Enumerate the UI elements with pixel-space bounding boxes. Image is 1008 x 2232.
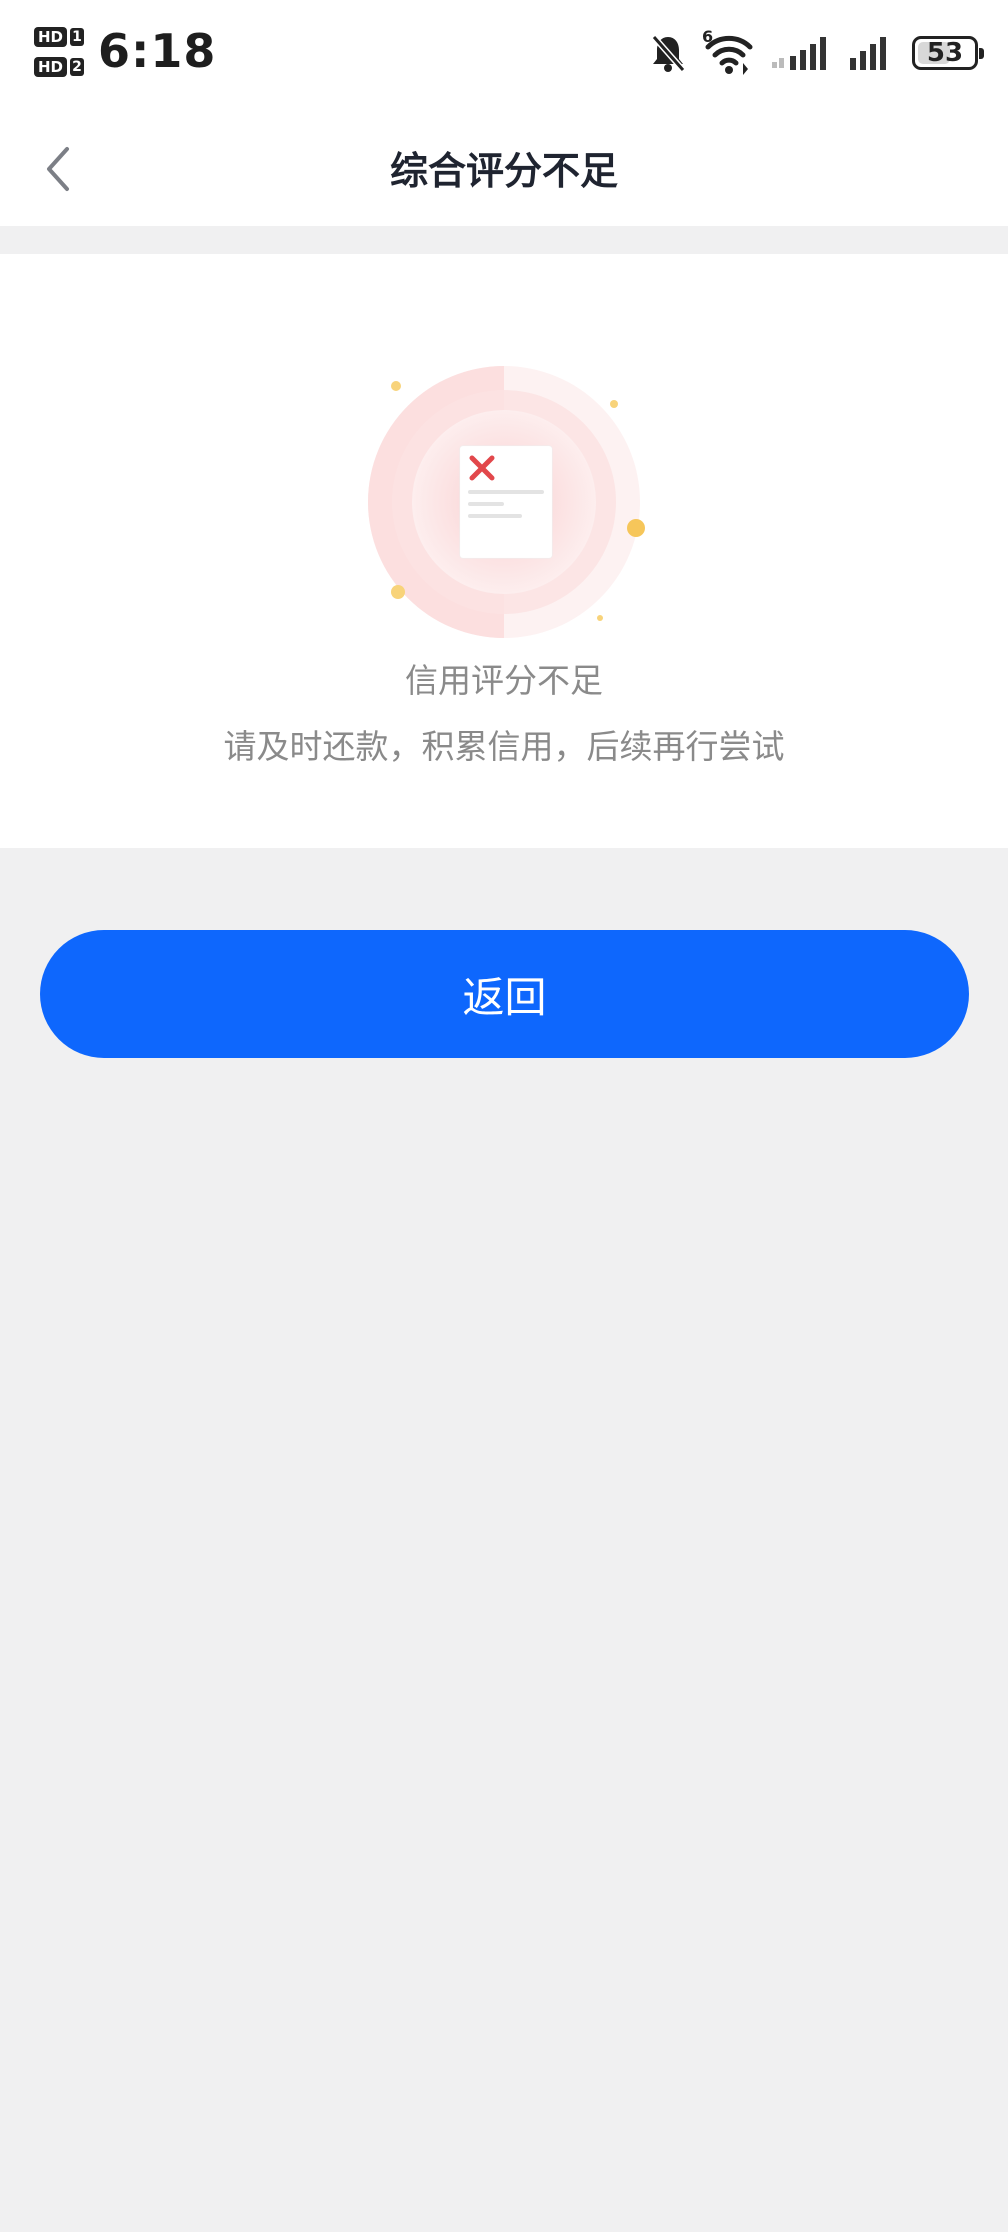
- sim2-number: 2: [70, 58, 84, 76]
- sim2-hd-badge: HD: [34, 57, 68, 77]
- return-button-label: 返回: [462, 972, 547, 1022]
- battery-cap: [979, 48, 984, 59]
- return-button[interactable]: 返回: [40, 930, 969, 1058]
- page-title: 综合评分不足: [389, 149, 618, 193]
- sim1-indicator: HD 1: [34, 22, 84, 52]
- status-time: 6:18: [98, 24, 217, 78]
- battery-level: 53: [926, 38, 964, 68]
- status-bar: HD 1 HD 2 6:18 6 53: [0, 0, 1008, 110]
- result-title: 信用评分不足: [405, 661, 603, 700]
- signal-icon: [850, 37, 886, 70]
- status-icons: 6 53: [634, 27, 984, 78]
- bell-muted-icon: [651, 35, 686, 72]
- sim1-number: 1: [70, 28, 84, 46]
- signal-icon: [772, 37, 826, 70]
- wifi-icon: [705, 35, 753, 75]
- result-description: 请及时还款，积累信用，后续再行尝试: [223, 727, 785, 766]
- rejected-document-icon: [352, 350, 656, 654]
- sim2-indicator: HD 2: [34, 52, 84, 82]
- nav-bar: 综合评分不足: [0, 110, 1008, 226]
- sim-indicators: HD 1 HD 2: [34, 22, 84, 84]
- result-card: 信用评分不足 请及时还款，积累信用，后续再行尝试: [0, 254, 1008, 848]
- battery-icon: 53: [912, 36, 984, 70]
- sim1-hd-badge: HD: [34, 27, 68, 47]
- wifi-indicator: 6: [702, 27, 756, 75]
